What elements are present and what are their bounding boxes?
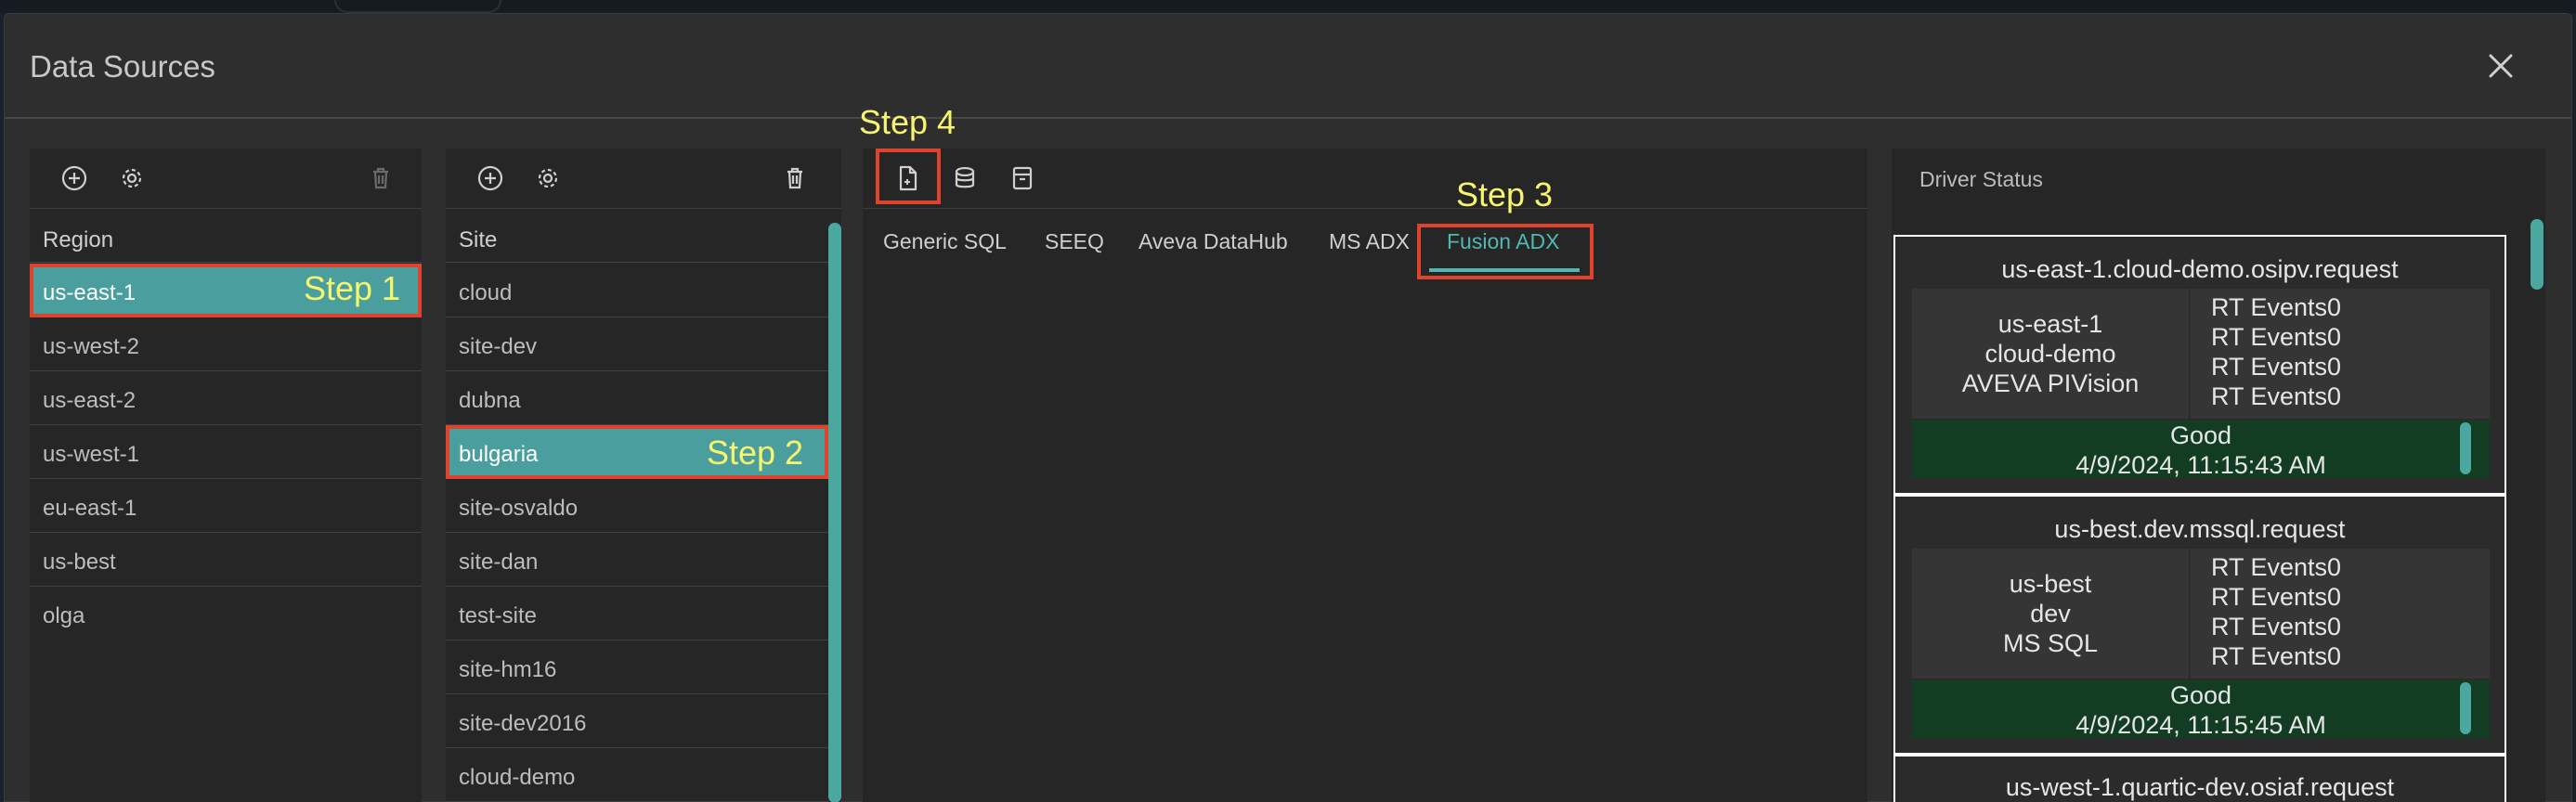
region-item[interactable]: us-west-1 (30, 425, 422, 479)
driver-region: us-east-1 (1997, 310, 2103, 338)
driver-card-status: Good 4/9/2024, 11:15:43 AM (1912, 420, 2490, 479)
tab-aveva-datahub[interactable]: Aveva DataHub (1138, 229, 1288, 254)
archive-icon (1012, 166, 1033, 190)
rt-events: RT Events0 (2211, 382, 2342, 410)
site-settings-button[interactable] (531, 162, 565, 195)
status-timestamp: 4/9/2024, 11:15:45 AM (2075, 711, 2326, 739)
gear-icon (538, 168, 558, 188)
add-circle-icon (477, 165, 503, 191)
trash-icon (787, 167, 802, 189)
config-toolbar (863, 149, 1867, 209)
driver-card-title: us-best.dev.mssql.request (2054, 515, 2346, 543)
driver-status-title: Driver Status (1919, 167, 2043, 191)
add-circle-icon (61, 165, 87, 191)
driver-region: us-best (2009, 570, 2092, 598)
region-settings-button[interactable] (115, 162, 149, 195)
site-item[interactable]: site-dev (446, 317, 828, 371)
driver-site: dev (2030, 600, 2071, 627)
tab-fusion-adx[interactable]: Fusion ADX (1447, 229, 1559, 254)
rt-events: RT Events0 (2211, 323, 2342, 351)
step1-label: Step 1 (304, 269, 401, 307)
site-toolbar (446, 149, 841, 209)
step4-label: Step 4 (859, 103, 956, 141)
close-button[interactable] (2482, 47, 2519, 84)
rt-events: RT Events0 (2211, 613, 2342, 640)
site-item[interactable]: site-osvaldo (446, 479, 828, 533)
tab-content-area (863, 276, 1867, 802)
region-list-header: Region (30, 209, 422, 263)
dialog-title: Data Sources (30, 49, 215, 84)
trash-icon (373, 167, 388, 189)
site-scrollbar[interactable] (828, 223, 841, 802)
site-list-header: Site (446, 209, 828, 263)
driver-card: us-east-1.cloud-demo.osipv.request us-ea… (1893, 235, 2506, 495)
status-text: Good (2169, 421, 2232, 449)
delete-region-button[interactable] (364, 162, 397, 195)
card-scrollbar[interactable] (2460, 682, 2471, 734)
driver-status-scrollbar[interactable] (2530, 219, 2543, 802)
database-icon (955, 166, 975, 188)
rt-events: RT Events0 (2211, 353, 2342, 381)
step2-label: Step 2 (707, 433, 804, 472)
region-item[interactable]: us-west-2 (30, 317, 422, 371)
rt-events: RT Events0 (2211, 553, 2342, 581)
site-scroll-thumb[interactable] (828, 223, 841, 802)
add-region-button[interactable] (58, 162, 91, 195)
driver-card-info: us-best dev MS SQL (1912, 549, 2189, 679)
region-item[interactable]: olga (30, 587, 422, 640)
add-site-button[interactable] (474, 162, 507, 195)
new-file-icon (899, 165, 917, 191)
new-datasource-button[interactable] (891, 162, 924, 195)
region-toolbar (30, 149, 422, 209)
driver-site: cloud-demo (1984, 340, 2116, 368)
driver-status-scroll-thumb[interactable] (2530, 219, 2543, 290)
rt-events: RT Events0 (2211, 583, 2342, 611)
status-timestamp: 4/9/2024, 11:15:43 AM (2075, 451, 2326, 479)
background-logo (334, 0, 501, 13)
region-item[interactable]: us-east-2 (30, 371, 422, 425)
site-panel: Site cloud site-dev dubna bulgaria site-… (446, 149, 841, 802)
driver-card-info: us-east-1 cloud-demo AVEVA PIVision (1912, 289, 2189, 419)
site-item[interactable]: cloud-demo (446, 748, 828, 802)
gear-icon (122, 168, 142, 188)
driver-card-status: Good 4/9/2024, 11:15:45 AM (1912, 680, 2490, 739)
driver-card-title: us-west-1.quartic-dev.osiaf.request (2005, 773, 2395, 801)
region-panel: Region us-east-1 us-west-2 us-east-2 us-… (30, 149, 422, 802)
archive-button[interactable] (1006, 162, 1039, 195)
site-item[interactable]: site-dev2016 (446, 694, 828, 748)
dialog-header: Data Sources (5, 14, 2571, 119)
driver-type: AVEVA PIVision (1961, 369, 2140, 397)
region-item[interactable]: us-best (30, 533, 422, 587)
step3-label: Step 3 (1456, 175, 1554, 213)
region-item[interactable]: eu-east-1 (30, 479, 422, 533)
tab-ms-adx[interactable]: MS ADX (1329, 229, 1410, 254)
site-item[interactable]: test-site (446, 587, 828, 640)
database-button[interactable] (948, 162, 982, 195)
site-item[interactable]: site-hm16 (446, 640, 828, 694)
datasource-config-panel: Generic SQL SEEQ Aveva DataHub MS ADX Fu… (863, 149, 1867, 802)
site-item[interactable]: cloud (446, 264, 828, 317)
close-icon (2489, 54, 2513, 78)
driver-status-panel: Driver Status us-east-1.cloud-demo.osipv… (1892, 149, 2545, 802)
driver-card-title: us-east-1.cloud-demo.osipv.request (2001, 255, 2399, 283)
site-item[interactable]: site-dan (446, 533, 828, 587)
card-scrollbar[interactable] (2460, 422, 2471, 474)
driver-card-events: RT Events0 RT Events0 RT Events0 RT Even… (2191, 549, 2490, 679)
driver-card-events: RT Events0 RT Events0 RT Events0 RT Even… (2191, 289, 2490, 419)
rt-events: RT Events0 (2211, 642, 2342, 670)
tab-seeq[interactable]: SEEQ (1045, 229, 1104, 254)
status-text: Good (2169, 681, 2232, 709)
data-sources-dialog: Data Sources Region us-east-1 us-west-2 … (4, 13, 2572, 802)
datasource-tabs: Generic SQL SEEQ Aveva DataHub MS ADX Fu… (863, 209, 1867, 276)
delete-site-button[interactable] (778, 162, 812, 195)
driver-card: us-best.dev.mssql.request us-best dev MS… (1893, 495, 2506, 755)
driver-card: us-west-1.quartic-dev.osiaf.request (1893, 755, 2506, 802)
driver-type: MS SQL (2002, 629, 2099, 657)
rt-events: RT Events0 (2211, 293, 2342, 321)
active-tab-indicator (1429, 268, 1580, 272)
site-item[interactable]: dubna (446, 371, 828, 425)
tab-generic-sql[interactable]: Generic SQL (883, 229, 1007, 254)
